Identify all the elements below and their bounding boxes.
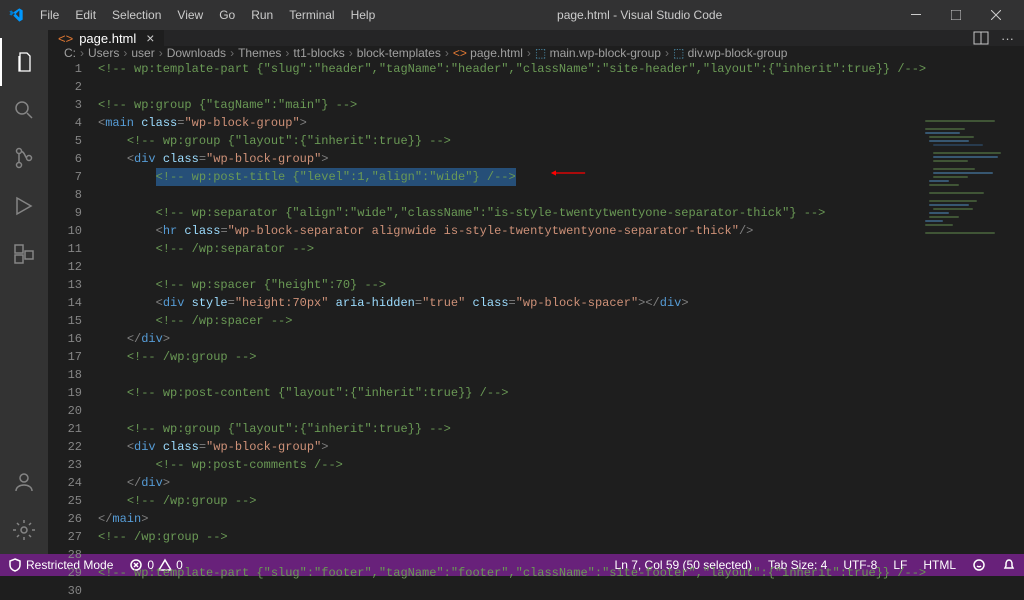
- menu-item-edit[interactable]: Edit: [67, 4, 104, 26]
- code-line[interactable]: <!-- wp:group {"layout":{"inherit":true}…: [98, 420, 1024, 438]
- chevron-right-icon: ›: [80, 46, 84, 60]
- code-line[interactable]: <div class="wp-block-group">: [98, 438, 1024, 456]
- breadcrumb-segment[interactable]: Themes: [238, 46, 281, 60]
- accounts-icon[interactable]: [0, 458, 48, 506]
- code-line[interactable]: <!-- wp:separator {"align":"wide","class…: [98, 204, 1024, 222]
- line-gutter: 1234567891011121314151617181920212223242…: [48, 60, 98, 600]
- chevron-right-icon: ›: [349, 46, 353, 60]
- breadcrumb-segment[interactable]: user: [131, 46, 154, 60]
- explorer-icon[interactable]: [0, 38, 48, 86]
- code-line[interactable]: <!-- /wp:group -->: [98, 492, 1024, 510]
- menu-item-selection[interactable]: Selection: [104, 4, 169, 26]
- code-line[interactable]: [98, 366, 1024, 384]
- code-line[interactable]: [98, 186, 1024, 204]
- code-line[interactable]: <!-- wp:group {"layout":{"inherit":true}…: [98, 132, 1024, 150]
- code-line[interactable]: <div class="wp-block-group">: [98, 150, 1024, 168]
- code-editor[interactable]: 1234567891011121314151617181920212223242…: [48, 60, 1024, 600]
- chevron-right-icon: ›: [665, 46, 669, 60]
- code-line[interactable]: <!-- wp:post-title {"level":1,"align":"w…: [98, 168, 1024, 186]
- shield-warning-icon: [8, 558, 22, 572]
- activity-bar: [0, 30, 48, 554]
- code-line[interactable]: [98, 546, 1024, 564]
- window-title: page.html - Visual Studio Code: [383, 8, 896, 22]
- code-line[interactable]: <div style="height:70px" aria-hidden="tr…: [98, 294, 1024, 312]
- chevron-right-icon: ›: [230, 46, 234, 60]
- run-debug-icon[interactable]: [0, 182, 48, 230]
- code-line[interactable]: </div>: [98, 330, 1024, 348]
- annotation-arrow-icon: [528, 170, 608, 176]
- settings-gear-icon[interactable]: [0, 506, 48, 554]
- close-tab-icon[interactable]: ×: [146, 30, 154, 46]
- code-line[interactable]: [98, 582, 1024, 600]
- code-line[interactable]: <!-- /wp:group -->: [98, 528, 1024, 546]
- breadcrumb-segment[interactable]: Downloads: [167, 46, 226, 60]
- menu-item-view[interactable]: View: [169, 4, 211, 26]
- breadcrumb-symbol[interactable]: ⬚ main.wp-block-group: [535, 46, 661, 60]
- code-line[interactable]: <main class="wp-block-group">: [98, 114, 1024, 132]
- source-control-icon[interactable]: [0, 134, 48, 182]
- breadcrumb-segment[interactable]: C:: [64, 46, 76, 60]
- title-bar: FileEditSelectionViewGoRunTerminalHelp p…: [0, 0, 1024, 30]
- code-line[interactable]: <!-- wp:group {"tagName":"main"} -->: [98, 96, 1024, 114]
- chevron-right-icon: ›: [527, 46, 531, 60]
- code-line[interactable]: <!-- /wp:separator -->: [98, 240, 1024, 258]
- code-line[interactable]: <!-- wp:post-comments /-->: [98, 456, 1024, 474]
- vscode-logo-icon: [8, 7, 24, 23]
- code-line[interactable]: <!-- wp:post-content {"layout":{"inherit…: [98, 384, 1024, 402]
- menu-item-file[interactable]: File: [32, 4, 67, 26]
- extensions-icon[interactable]: [0, 230, 48, 278]
- breadcrumbs[interactable]: C: › Users › user › Downloads › Themes ›…: [48, 46, 1024, 60]
- breadcrumb-file[interactable]: <> page.html: [453, 46, 523, 60]
- code-line[interactable]: </main>: [98, 510, 1024, 528]
- menu-item-terminal[interactable]: Terminal: [281, 4, 342, 26]
- maximize-button[interactable]: [936, 0, 976, 30]
- html-file-icon: <>: [58, 31, 73, 46]
- minimap[interactable]: [925, 120, 1010, 230]
- tab-label: page.html: [79, 31, 136, 46]
- breadcrumb-segment[interactable]: tt1-blocks: [293, 46, 344, 60]
- code-line[interactable]: [98, 402, 1024, 420]
- menu-item-go[interactable]: Go: [211, 4, 243, 26]
- code-line[interactable]: <!-- /wp:group -->: [98, 348, 1024, 366]
- code-line[interactable]: <!-- wp:spacer {"height":70} -->: [98, 276, 1024, 294]
- chevron-right-icon: ›: [159, 46, 163, 60]
- breadcrumb-symbol[interactable]: ⬚ div.wp-block-group: [673, 46, 788, 60]
- breadcrumb-segment[interactable]: Users: [88, 46, 119, 60]
- tab-page-html[interactable]: <> page.html ×: [48, 30, 165, 46]
- code-line[interactable]: <!-- wp:template-part {"slug":"footer","…: [98, 564, 1024, 582]
- minimize-button[interactable]: [896, 0, 936, 30]
- code-line[interactable]: <!-- /wp:spacer -->: [98, 312, 1024, 330]
- code-content[interactable]: <!-- wp:template-part {"slug":"header","…: [98, 60, 1024, 600]
- chevron-right-icon: ›: [445, 46, 449, 60]
- more-actions-icon[interactable]: ···: [1001, 31, 1014, 46]
- code-line[interactable]: <!-- wp:template-part {"slug":"header","…: [98, 60, 1024, 78]
- menu-bar: FileEditSelectionViewGoRunTerminalHelp: [32, 4, 383, 26]
- menu-item-help[interactable]: Help: [343, 4, 384, 26]
- code-line[interactable]: [98, 258, 1024, 276]
- code-line[interactable]: </div>: [98, 474, 1024, 492]
- menu-item-run[interactable]: Run: [243, 4, 281, 26]
- editor-area: <> page.html × ··· C: › Users › user › D…: [48, 30, 1024, 554]
- chevron-right-icon: ›: [123, 46, 127, 60]
- split-editor-icon[interactable]: [973, 30, 989, 46]
- breadcrumb-segment[interactable]: block-templates: [357, 46, 441, 60]
- code-line[interactable]: <hr class="wp-block-separator alignwide …: [98, 222, 1024, 240]
- editor-tabs: <> page.html × ···: [48, 30, 1024, 46]
- search-icon[interactable]: [0, 86, 48, 134]
- chevron-right-icon: ›: [285, 46, 289, 60]
- close-button[interactable]: [976, 0, 1016, 30]
- code-line[interactable]: [98, 78, 1024, 96]
